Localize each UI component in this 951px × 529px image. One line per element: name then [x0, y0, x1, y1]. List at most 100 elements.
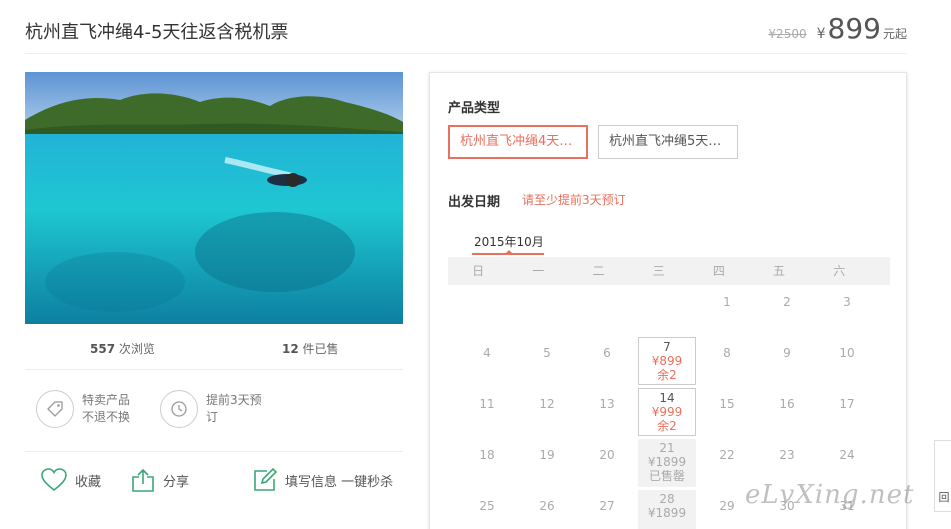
day-number: 19 — [539, 448, 555, 462]
calendar-day: 19 — [518, 439, 576, 487]
day-number: 15 — [719, 397, 735, 411]
booking-hint: 请至少提前3天预订 — [522, 193, 626, 207]
feature-special-sale: 特卖产品 不退不换 — [36, 390, 130, 428]
day-price: ¥1899 — [647, 455, 687, 469]
weekday-label: 六 — [833, 264, 846, 278]
day-number: 11 — [479, 397, 495, 411]
weekday-label: 日 — [472, 264, 485, 278]
day-number: 27 — [599, 499, 615, 513]
day-number: 22 — [719, 448, 735, 462]
view-count-number: 557 — [90, 342, 116, 356]
calendar-day-sold-out: 21 ¥1899 已售罄 — [638, 439, 696, 487]
day-number: 26 — [539, 499, 555, 513]
view-count: 557 次浏览 — [90, 340, 155, 357]
price-unit: 元起 — [882, 27, 907, 41]
sold-count-number: 12 — [282, 342, 299, 356]
divider — [25, 451, 403, 452]
view-count-label: 次浏览 — [118, 342, 155, 356]
calendar-day: 5 — [518, 337, 576, 385]
day-number: 6 — [603, 346, 611, 360]
calendar-day: 26 — [518, 490, 576, 529]
day-number: 23 — [779, 448, 795, 462]
day-number: 16 — [779, 397, 795, 411]
share-icon — [132, 468, 154, 492]
current-price: 899 — [827, 12, 881, 45]
calendar-day: 12 — [518, 388, 576, 436]
day-number: 7 — [663, 340, 671, 354]
day-price: ¥1899 — [647, 506, 687, 520]
calendar-day-available[interactable]: 14 ¥999 余2 — [638, 388, 696, 436]
divider — [25, 53, 907, 54]
calendar-day: 6 — [578, 337, 636, 385]
day-price: ¥999 — [651, 405, 683, 419]
day-number: 4 — [483, 346, 491, 360]
day-number: 5 — [543, 346, 551, 360]
weekday-label: 四 — [712, 264, 725, 278]
day-number: 20 — [599, 448, 615, 462]
month-tab-indicator — [505, 250, 513, 254]
weekday-label: 一 — [532, 264, 545, 278]
calendar-day: 17 — [818, 388, 876, 436]
divider — [25, 369, 403, 370]
heart-icon — [41, 468, 67, 492]
product-photo — [25, 72, 403, 324]
departure-date-label: 出发日期 — [448, 195, 501, 210]
day-number: 12 — [539, 397, 555, 411]
watermark: eLvXing.net — [745, 480, 915, 510]
day-number: 14 — [659, 391, 675, 405]
calendar-day: 2 — [758, 286, 816, 334]
sold-count: 12 件已售 — [282, 340, 339, 357]
sold-count-label: 件已售 — [302, 342, 339, 356]
day-number: 25 — [479, 499, 495, 513]
calendar-day: 27 — [578, 490, 636, 529]
calendar-day: 8 — [698, 337, 756, 385]
share-button[interactable]: 分享 — [131, 468, 189, 492]
day-number: 2 — [783, 295, 791, 309]
day-number: 3 — [843, 295, 851, 309]
product-option-4day[interactable]: 杭州直飞冲绳4天单… — [448, 125, 588, 159]
booking-panel: 产品类型 杭州直飞冲绳4天单… 杭州直飞冲绳5天单… 出发日期 请至少提前3天预… — [429, 72, 907, 529]
day-number: 28 — [659, 492, 675, 506]
calendar-day: 3 — [818, 286, 876, 334]
weekday-header: 日 一 二 三 四 五 六 — [448, 257, 890, 285]
calendar-day: 10 — [818, 337, 876, 385]
calendar-day: 18 — [458, 439, 516, 487]
day-number: 18 — [479, 448, 495, 462]
calendar-day: 4 — [458, 337, 516, 385]
feature-line: 提前3天预 — [206, 393, 262, 407]
calendar-day: 13 — [578, 388, 636, 436]
calendar-day: 16 — [758, 388, 816, 436]
feature-line: 不退不换 — [82, 410, 131, 424]
favorite-label: 收藏 — [75, 474, 102, 490]
calendar-day: 1 — [698, 286, 756, 334]
weekday-label: 五 — [773, 264, 786, 278]
weekday-label: 二 — [592, 264, 605, 278]
calendar-day-sold-out: 28 ¥1899 — [638, 490, 696, 529]
day-number: 24 — [839, 448, 855, 462]
feature-advance-booking: 提前3天预 订 — [160, 390, 262, 428]
day-number: 17 — [839, 397, 855, 411]
calendar-day: 15 — [698, 388, 756, 436]
calendar-day: 25 — [458, 490, 516, 529]
product-type-label: 产品类型 — [448, 101, 501, 116]
original-price: ¥2500 — [768, 27, 807, 41]
share-label: 分享 — [163, 474, 190, 490]
edit-icon — [254, 468, 277, 491]
price-block: ¥2500 ¥ 899 元起 — [768, 12, 907, 45]
calendar-day-available[interactable]: 7 ¥899 余2 — [638, 337, 696, 385]
day-remaining: 余2 — [657, 419, 677, 433]
day-sold-out: 已售罄 — [648, 469, 685, 483]
month-tab[interactable]: 2015年10月 — [474, 233, 544, 250]
fill-info-button[interactable]: 填写信息 一键秒杀 — [253, 468, 393, 492]
day-remaining: 余2 — [657, 368, 677, 382]
day-number: 21 — [659, 441, 675, 455]
day-number: 13 — [599, 397, 615, 411]
product-option-5day[interactable]: 杭州直飞冲绳5天单… — [598, 125, 738, 159]
day-number: 9 — [783, 346, 791, 360]
side-float-tab[interactable]: 回 — [934, 440, 951, 512]
calendar-day: 20 — [578, 439, 636, 487]
clock-icon — [160, 390, 198, 428]
favorite-button[interactable]: 收藏 — [41, 468, 101, 492]
calendar-day: 9 — [758, 337, 816, 385]
day-number: 8 — [723, 346, 731, 360]
